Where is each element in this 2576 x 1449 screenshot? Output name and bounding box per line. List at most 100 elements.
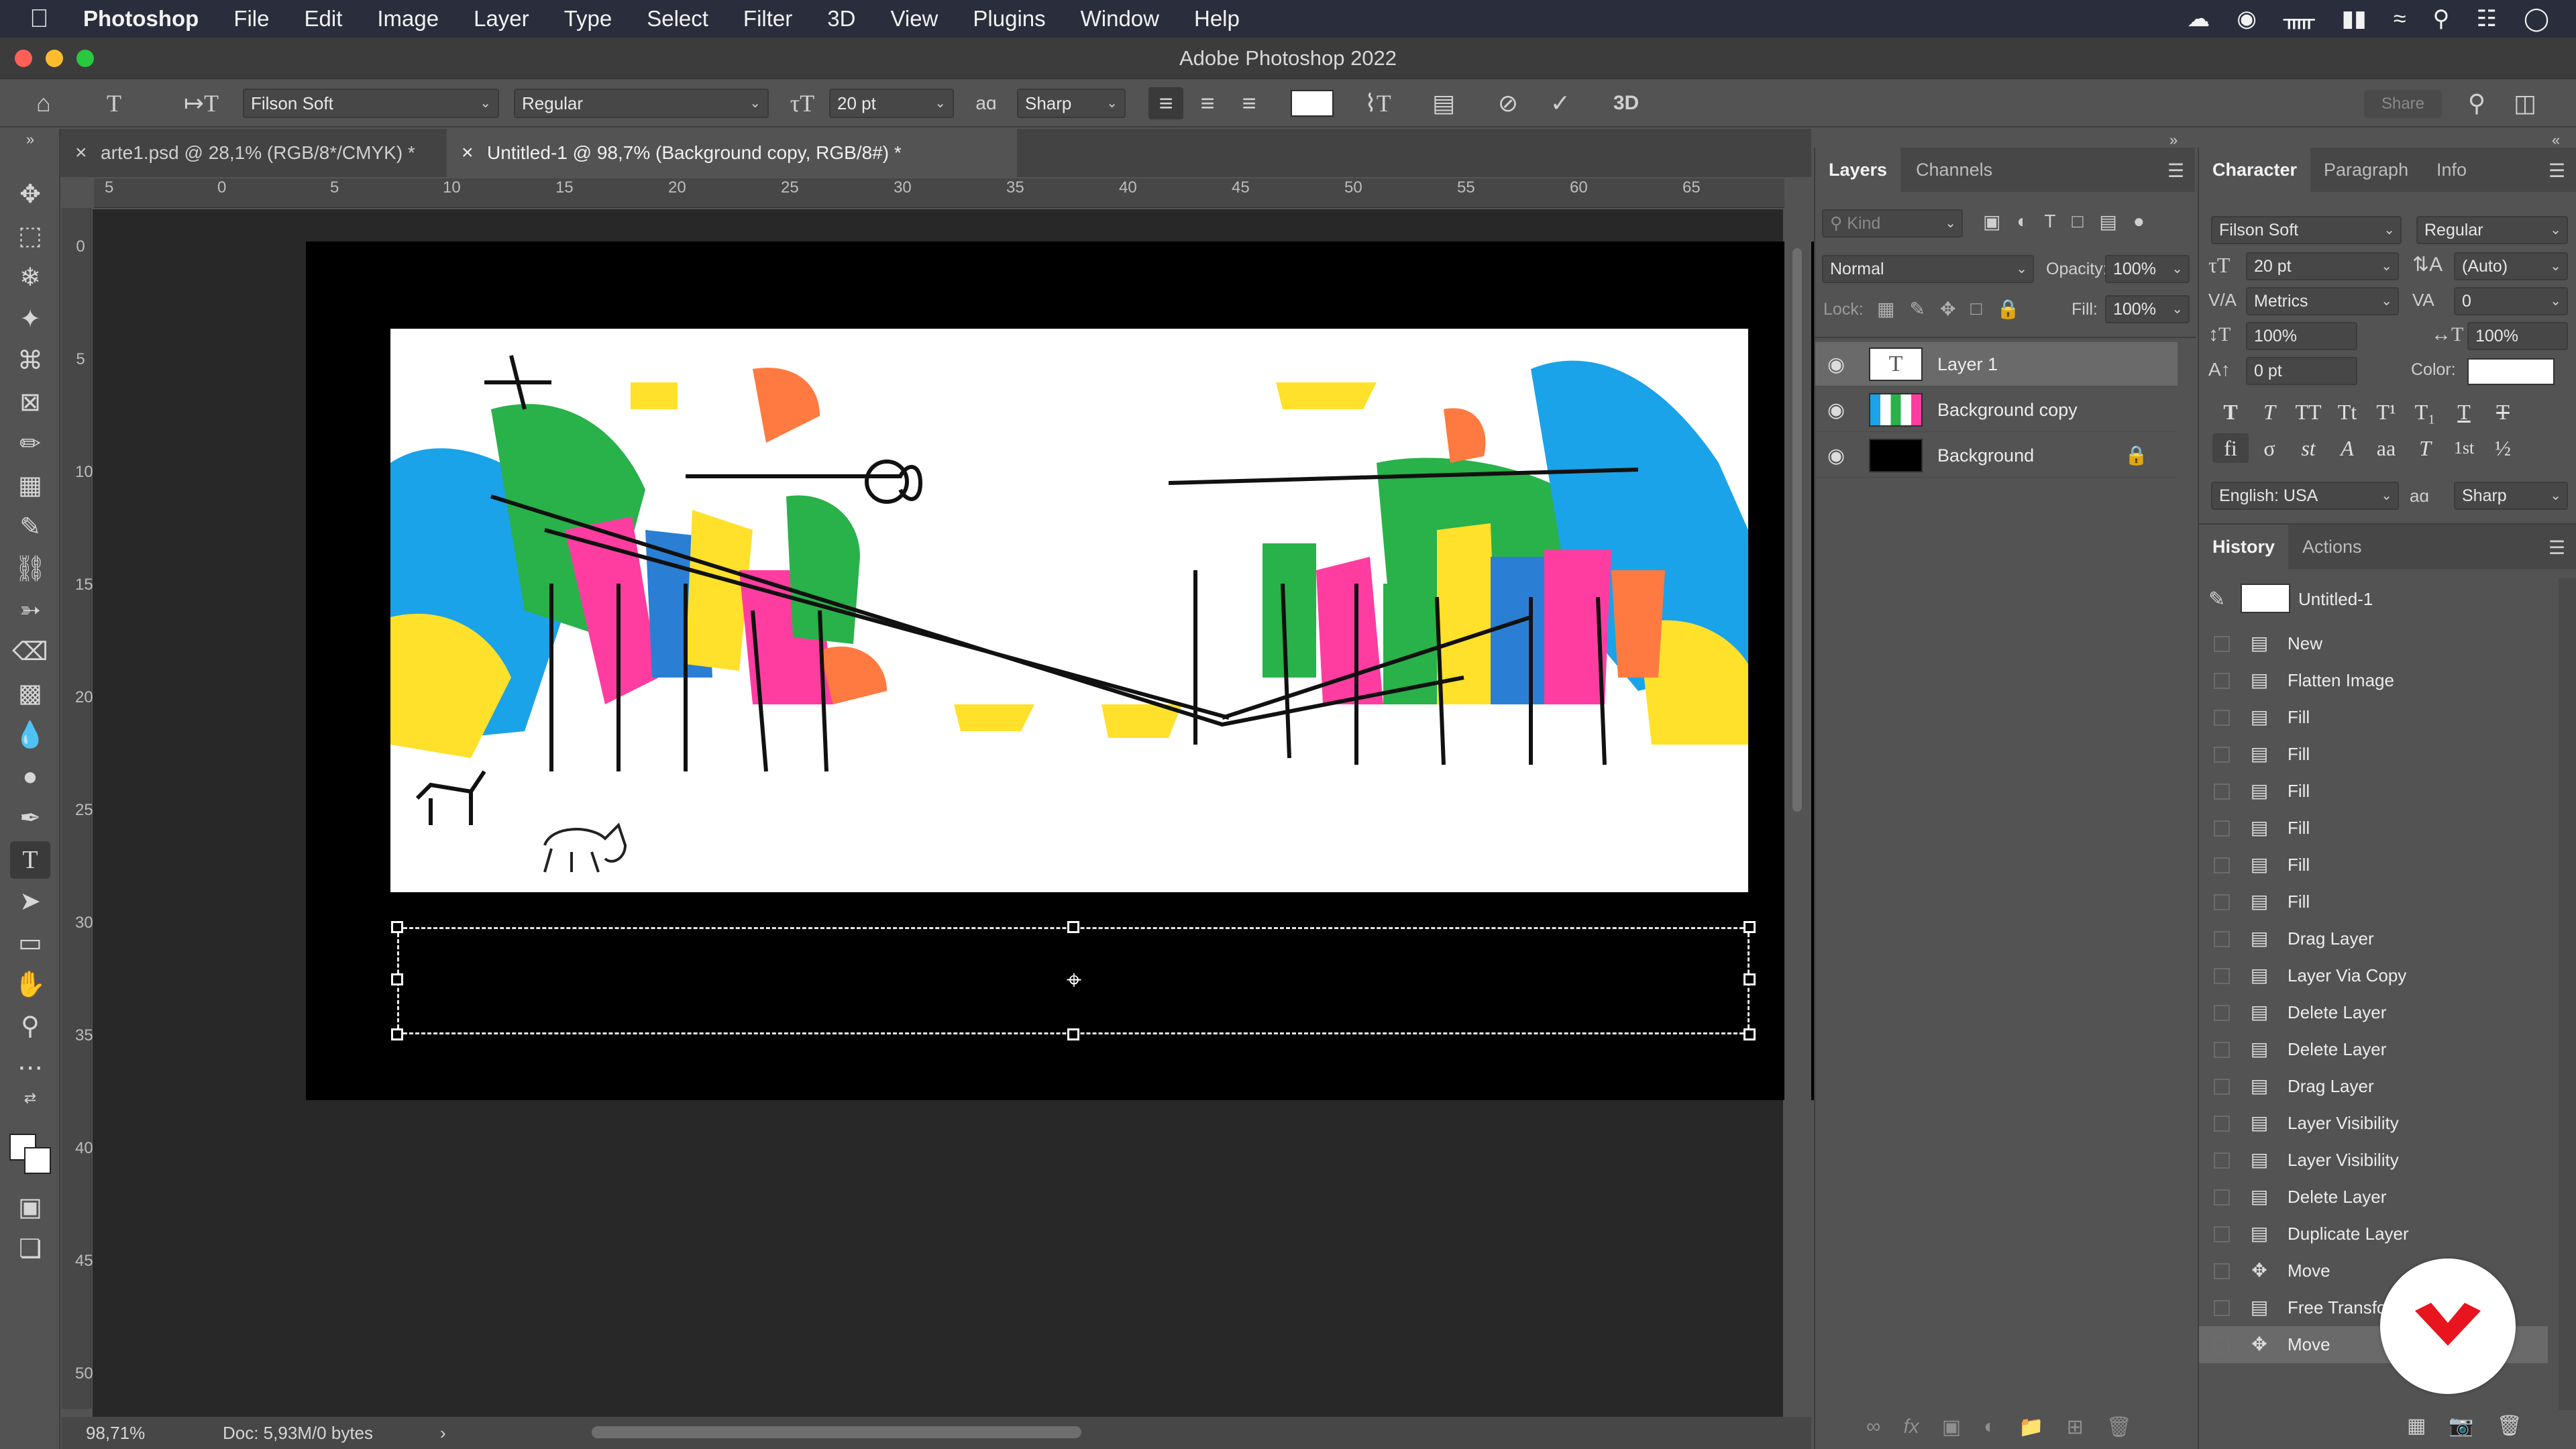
gradient-tool-icon[interactable]: ▩: [10, 675, 50, 712]
apple-menu-icon[interactable]: : [30, 5, 56, 34]
history-state[interactable]: ▤ Flatten Image: [2199, 662, 2548, 699]
tab-paragraph[interactable]: Paragraph: [2310, 148, 2422, 192]
quick-mask-icon[interactable]: ▣: [10, 1189, 50, 1226]
vertical-scale-field[interactable]: 100%: [2246, 322, 2357, 350]
panel-menu-icon[interactable]: ☰: [2548, 537, 2565, 559]
history-state[interactable]: ▤ Duplicate Layer: [2199, 1216, 2548, 1252]
layer-row-background[interactable]: ◉ Background 🔒: [1815, 433, 2178, 478]
antialias-select[interactable]: Sharp ⌄: [1017, 89, 1126, 118]
menu-3d[interactable]: 3D: [827, 6, 855, 32]
creative-cloud-icon[interactable]: ☁: [2187, 5, 2210, 32]
text-layer-bounding-box[interactable]: ⌖: [391, 921, 1756, 1040]
frame-tool-icon[interactable]: ⊠: [10, 384, 50, 421]
eraser-tool-icon[interactable]: ⌫: [10, 633, 50, 671]
workspace-icon[interactable]: ◫: [2506, 87, 2544, 119]
align-right-icon[interactable]: ≡: [1232, 87, 1267, 119]
shape-filter-icon[interactable]: □: [2072, 211, 2084, 233]
align-left-icon[interactable]: ≡: [1148, 87, 1183, 119]
history-state[interactable]: ▤ Fill: [2199, 810, 2548, 847]
lock-position-icon[interactable]: ✥: [1940, 298, 1955, 320]
horizontal-scale-field[interactable]: 100%: [2467, 322, 2568, 350]
magic-wand-tool-icon[interactable]: ✦: [10, 301, 50, 338]
screen-mode-icon[interactable]: ❏: [10, 1230, 50, 1268]
menu-type[interactable]: Type: [564, 6, 612, 32]
lock-transparent-icon[interactable]: ▦: [1877, 298, 1894, 320]
contextual-alternates-button[interactable]: T: [2407, 433, 2443, 463]
text-color-swatch[interactable]: [1291, 90, 1334, 117]
character-color-swatch[interactable]: [2467, 358, 2555, 385]
tracking-select[interactable]: 0 ⌄: [2454, 287, 2568, 315]
font-size-select[interactable]: 20 pt ⌄: [829, 89, 954, 118]
siri-icon[interactable]: ◯: [2524, 5, 2549, 32]
lasso-tool-icon[interactable]: ❄: [10, 259, 50, 297]
menu-image[interactable]: Image: [377, 6, 439, 32]
reference-point-icon[interactable]: ⌖: [1061, 967, 1087, 994]
character-panel-toggle-icon[interactable]: ▤: [1425, 87, 1462, 119]
tab-channels[interactable]: Channels: [1902, 148, 2006, 192]
history-brush-source-checkbox[interactable]: [2214, 636, 2230, 652]
fill-field[interactable]: 100% ⌄: [2105, 295, 2190, 323]
new-layer-icon[interactable]: ⊞: [2067, 1415, 2084, 1439]
share-button[interactable]: Share: [2364, 90, 2442, 118]
zoom-tool-icon[interactable]: ⚲: [10, 1008, 50, 1045]
transform-handle[interactable]: [1067, 1028, 1079, 1040]
faux-bold-button[interactable]: T: [2212, 397, 2249, 427]
menu-photoshop[interactable]: Photoshop: [83, 6, 199, 32]
battery-icon[interactable]: ▮▮: [2341, 5, 2366, 32]
history-scrollbar[interactable]: [2559, 578, 2576, 1410]
transform-handle[interactable]: [1067, 921, 1079, 933]
stylistic-alternates-button[interactable]: A: [2329, 433, 2365, 463]
kerning-select[interactable]: Metrics ⌄: [2246, 287, 2399, 315]
history-brush-source-checkbox[interactable]: [2214, 1300, 2230, 1316]
history-brush-source-checkbox[interactable]: [2214, 1226, 2230, 1242]
close-tab-icon[interactable]: ×: [462, 129, 474, 177]
old-style-button[interactable]: σ: [2251, 433, 2288, 463]
vertical-scroll-thumb[interactable]: [1792, 248, 1802, 812]
blend-mode-select[interactable]: Normal ⌄: [1822, 255, 2034, 283]
swash-button[interactable]: st: [2290, 433, 2326, 463]
transform-handle[interactable]: [391, 921, 403, 933]
fractions-button[interactable]: ½: [2485, 433, 2521, 463]
type-tool-preset-icon[interactable]: T: [97, 87, 131, 119]
type-tool-icon[interactable]: T: [10, 841, 50, 879]
strikethrough-button[interactable]: T: [2485, 397, 2521, 427]
character-font-size-field[interactable]: 20 pt ⌄: [2246, 252, 2399, 280]
swap-colors-icon[interactable]: ⇄: [10, 1088, 50, 1108]
tab-actions[interactable]: Actions: [2289, 525, 2375, 569]
filter-toggle-icon[interactable]: ●: [2133, 211, 2145, 233]
blur-tool-icon[interactable]: 💧: [10, 716, 50, 754]
menu-window[interactable]: Window: [1081, 6, 1159, 32]
history-brush-source-checkbox[interactable]: [2214, 1337, 2230, 1353]
adjustment-layer-icon[interactable]: ◐: [1984, 1415, 1996, 1439]
transform-handle[interactable]: [1743, 1028, 1756, 1040]
superscript-button[interactable]: T¹: [2368, 397, 2404, 427]
history-state[interactable]: ▤ Layer Visibility: [2199, 1142, 2548, 1179]
character-font-family-select[interactable]: Filson Soft ⌄: [2211, 216, 2402, 244]
wifi-icon[interactable]: ≈: [2394, 6, 2406, 32]
history-snapshot[interactable]: ✎ Untitled-1: [2199, 578, 2548, 620]
layer-row-background-copy[interactable]: ◉ Background copy: [1815, 388, 2178, 432]
language-select[interactable]: English: USA ⌄: [2211, 482, 2399, 510]
transform-handle[interactable]: [1743, 921, 1756, 933]
lock-icon[interactable]: 🔒: [2125, 444, 2148, 466]
menu-view[interactable]: View: [890, 6, 938, 32]
transform-handle[interactable]: [391, 973, 403, 985]
bluetooth-icon[interactable]: ᚅ: [2284, 5, 2315, 32]
history-state[interactable]: ▤ Delete Layer: [2199, 1031, 2548, 1068]
delete-state-icon[interactable]: 🗑: [2497, 1414, 2522, 1438]
history-state[interactable]: ▤ Drag Layer: [2199, 920, 2548, 957]
history-state[interactable]: ▤ New: [2199, 625, 2548, 662]
menu-file[interactable]: File: [233, 6, 269, 32]
tab-untitled-1[interactable]: × Untitled-1 @ 98,7% (Background copy, R…: [447, 129, 1017, 177]
visibility-eye-icon[interactable]: ◉: [1827, 444, 1845, 468]
text-orientation-icon[interactable]: ↦T: [181, 87, 221, 119]
align-center-icon[interactable]: ≡: [1190, 87, 1225, 119]
tab-history[interactable]: History: [2199, 525, 2289, 569]
zoom-window-button[interactable]: [76, 50, 94, 67]
history-state[interactable]: ▤ Delete Layer: [2199, 1179, 2548, 1216]
ligatures-button[interactable]: fi: [2212, 433, 2249, 463]
layer-name[interactable]: Background copy: [1937, 388, 2078, 432]
character-antialias-select[interactable]: Sharp ⌄: [2454, 482, 2568, 510]
history-state[interactable]: ▤ Fill: [2199, 736, 2548, 773]
menu-plugins[interactable]: Plugins: [973, 6, 1045, 32]
